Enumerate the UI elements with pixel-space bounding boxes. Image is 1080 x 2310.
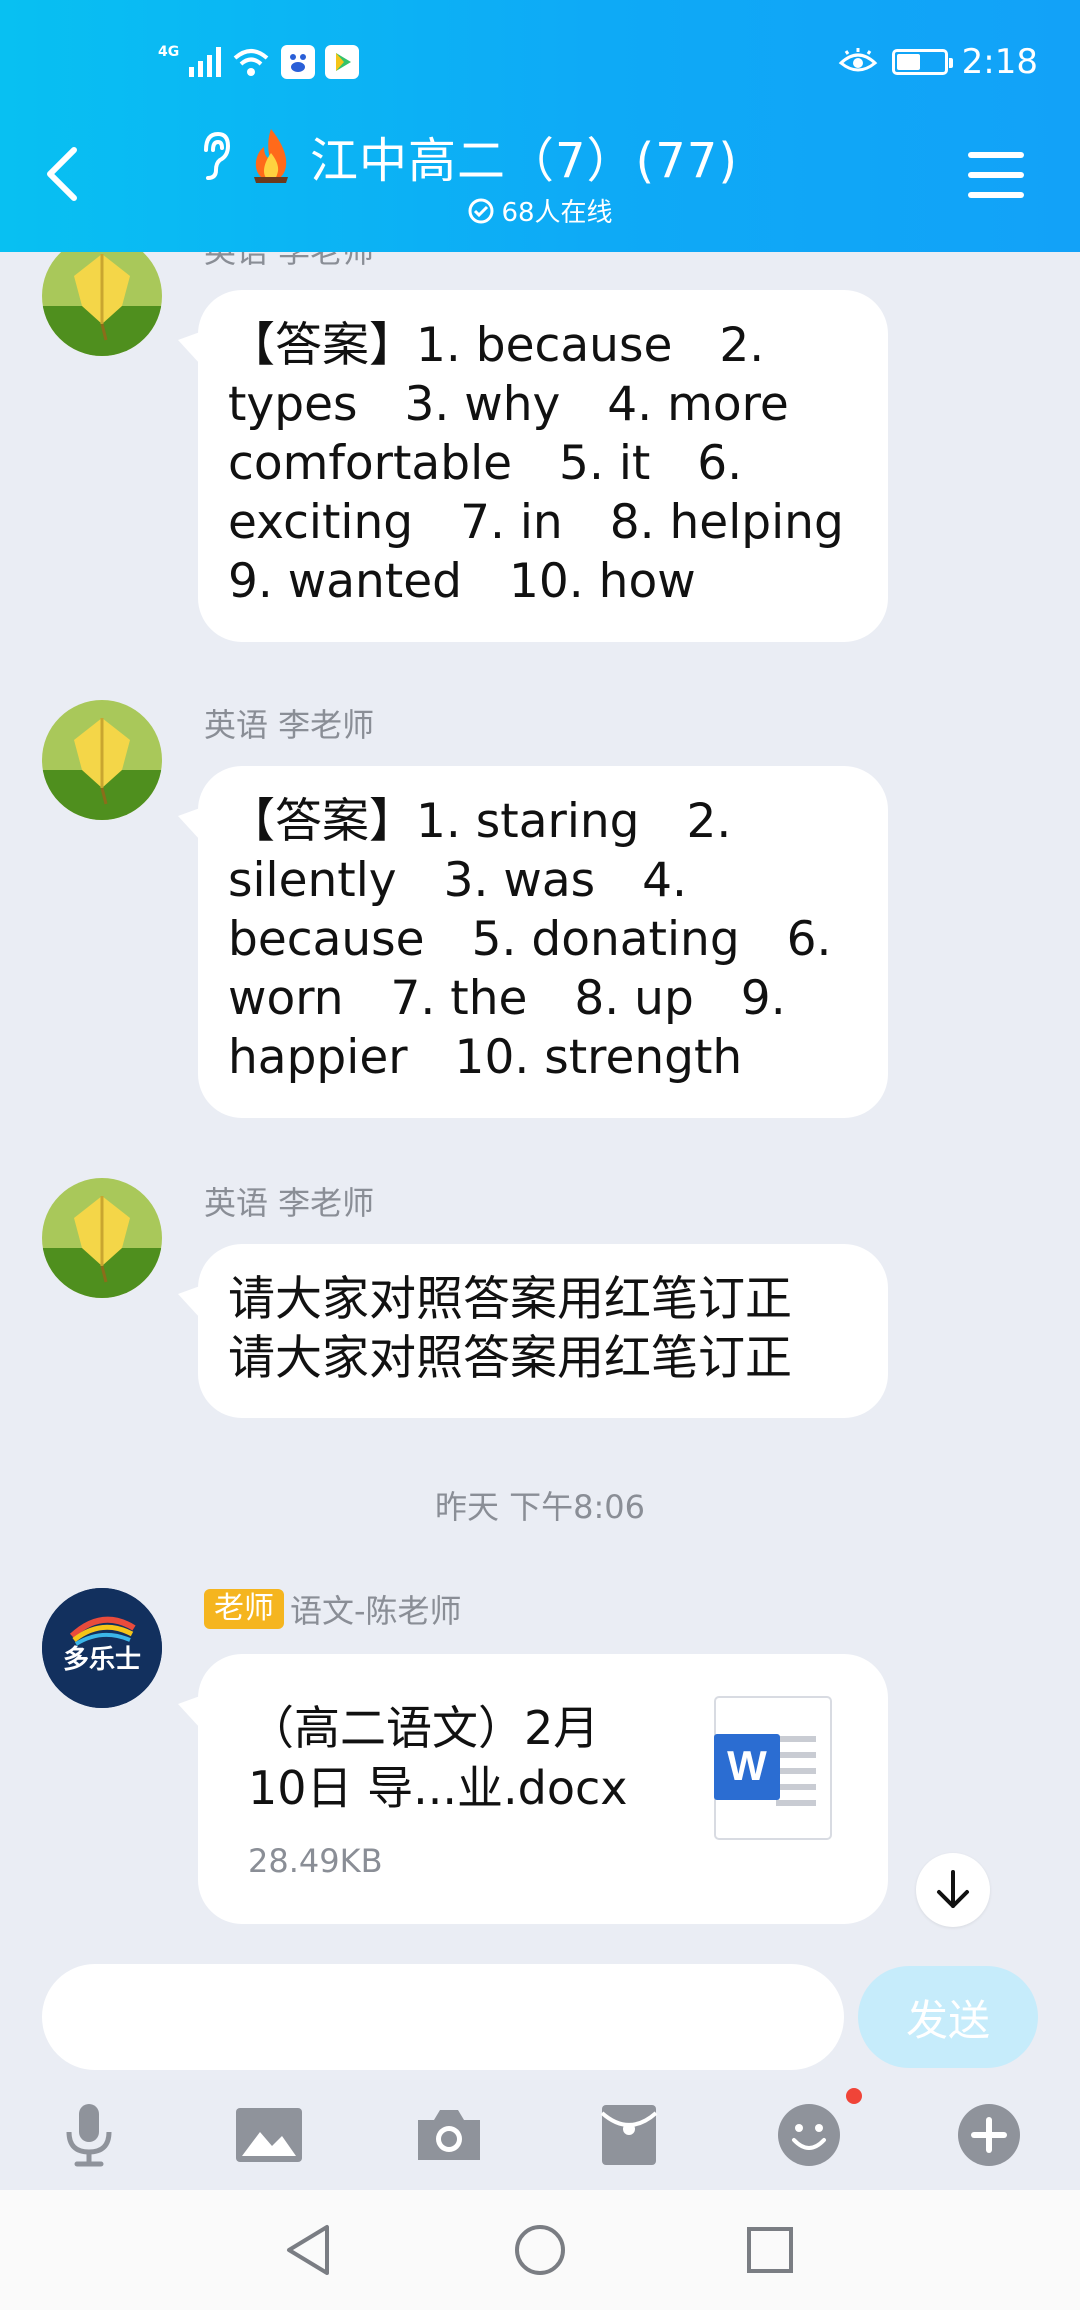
circle-home-icon bbox=[515, 2225, 565, 2275]
online-count-label: 68人在线 bbox=[501, 198, 613, 228]
menu-icon bbox=[968, 152, 1024, 158]
chat-header: 4G 2:18 江中高二（7）(77) 68人在线 bbox=[0, 0, 1080, 252]
avatar[interactable]: 多乐士 bbox=[42, 1588, 162, 1708]
camera-icon bbox=[418, 2110, 480, 2160]
triangle-back-icon bbox=[287, 2225, 329, 2275]
online-count: 68人在线 bbox=[0, 192, 1080, 229]
chat-title-row[interactable]: 江中高二（7）(77) bbox=[196, 120, 738, 192]
avatar[interactable] bbox=[42, 1178, 162, 1298]
network-type: 4G bbox=[158, 44, 180, 60]
file-name: （高二语文）2月 10日 导...业.docx bbox=[248, 1701, 628, 1815]
sender-row: 老师 语文-陈老师 bbox=[204, 1586, 462, 1632]
avatar[interactable] bbox=[42, 252, 162, 356]
file-bubble[interactable]: （高二语文）2月 10日 导...业.docx 28.49KB W bbox=[198, 1654, 888, 1924]
signal-icon bbox=[189, 47, 222, 77]
message-bubble[interactable]: 请大家对照答案用红笔订正 请大家对照答案用红笔订正 bbox=[198, 1244, 888, 1418]
sender-name: 语文-陈老师 bbox=[290, 1592, 462, 1630]
square-recents-icon bbox=[747, 2227, 793, 2273]
arrow-down-icon bbox=[937, 1870, 969, 1908]
word-document-icon: W bbox=[714, 1696, 832, 1840]
teacher-tag: 老师 bbox=[204, 1589, 284, 1629]
nav-back-button[interactable] bbox=[278, 2220, 338, 2280]
avatar-logo-text: 多乐士 bbox=[63, 1645, 141, 1675]
battery-icon bbox=[891, 49, 953, 75]
emoji-button[interactable] bbox=[774, 2100, 844, 2170]
message-text: 请大家对照答案用红笔订正 请大家对照答案用红笔订正 bbox=[228, 1272, 792, 1386]
plus-icon bbox=[958, 2104, 1020, 2166]
message-list[interactable]: 英语 李老师 【答案】1. because 2. types 3. why 4.… bbox=[0, 252, 1080, 1952]
message-text: 【答案】1. staring 2. silently 3. was 4. bec… bbox=[228, 794, 832, 1085]
system-nav-bar bbox=[0, 2190, 1080, 2310]
message-timestamp: 昨天 下午8:06 bbox=[434, 1488, 646, 1526]
notification-dot bbox=[846, 2088, 862, 2104]
microphone-icon bbox=[66, 2104, 112, 2167]
avatar[interactable] bbox=[42, 700, 162, 820]
sender-name: 英语 李老师 bbox=[204, 706, 375, 744]
image-icon bbox=[236, 2108, 302, 2162]
status-time: 2:18 bbox=[961, 42, 1038, 82]
emoji-icon bbox=[778, 2104, 840, 2166]
red-envelope-button[interactable] bbox=[594, 2100, 664, 2170]
message-bubble[interactable]: 【答案】1. because 2. types 3. why 4. more c… bbox=[198, 290, 888, 642]
status-bar-left: 4G bbox=[158, 40, 360, 84]
nav-home-button[interactable] bbox=[510, 2220, 570, 2280]
status-bar-right: 2:18 bbox=[838, 38, 1038, 86]
earpiece-mode-icon bbox=[204, 131, 231, 180]
wifi-icon bbox=[233, 49, 269, 76]
sender-name: 英语 李老师 bbox=[204, 1184, 375, 1222]
chat-title: 江中高二（7）(77) bbox=[310, 133, 739, 189]
nav-recents-button[interactable] bbox=[740, 2220, 800, 2280]
gallery-button[interactable] bbox=[234, 2100, 304, 2170]
scroll-to-bottom-button[interactable] bbox=[916, 1853, 990, 1927]
video-app-icon bbox=[325, 45, 360, 79]
baidu-app-icon bbox=[281, 45, 316, 79]
svg-text:W: W bbox=[727, 1742, 767, 1789]
sender-name: 英语 李老师 bbox=[204, 252, 374, 272]
send-button[interactable]: 发送 bbox=[858, 1966, 1038, 2068]
camera-button[interactable] bbox=[414, 2100, 484, 2170]
fire-icon bbox=[254, 129, 288, 183]
more-button[interactable] bbox=[954, 2100, 1024, 2170]
message-input[interactable] bbox=[42, 1964, 844, 2070]
message-bubble[interactable]: 【答案】1. staring 2. silently 3. was 4. bec… bbox=[198, 766, 888, 1118]
menu-button[interactable] bbox=[968, 152, 1024, 198]
message-text: 【答案】1. because 2. types 3. why 4. more c… bbox=[228, 318, 844, 609]
eye-comfort-icon bbox=[838, 48, 877, 72]
voice-button[interactable] bbox=[54, 2100, 124, 2170]
red-envelope-icon bbox=[600, 2105, 658, 2165]
file-size: 28.49KB bbox=[248, 1842, 383, 1880]
check-circle-icon bbox=[468, 198, 494, 223]
